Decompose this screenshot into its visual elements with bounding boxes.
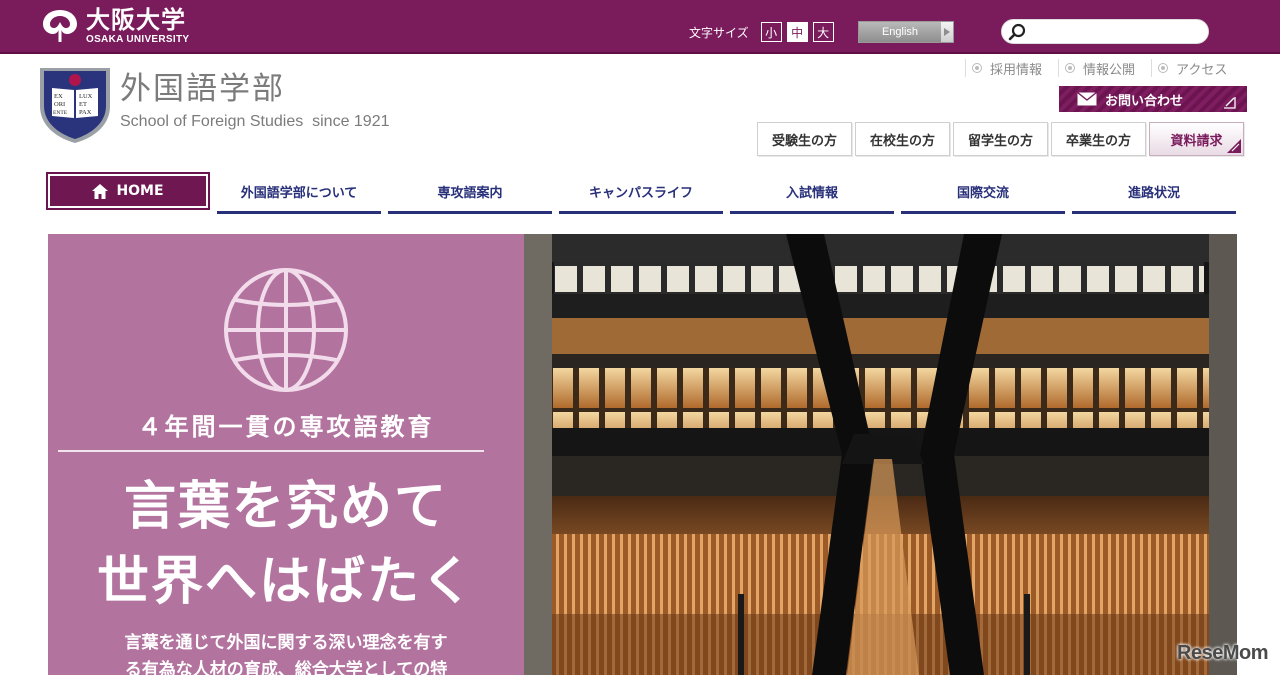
arrow-corner-icon <box>1224 97 1236 109</box>
circle-bullet-icon <box>1158 63 1169 73</box>
nav-languages[interactable]: 専攻語案内 <box>388 172 552 214</box>
faculty-logo[interactable]: EX LUX ORI ET ENTE PAX 外国語学部 School of F… <box>38 66 390 144</box>
circle-bullet-icon <box>972 63 982 73</box>
crest-text-lux: LUX <box>79 93 93 100</box>
nav-admissions[interactable]: 入試情報 <box>730 172 894 214</box>
top-bar: 大阪大学 OSAKA UNIVERSITY 文字サイズ 小 中 大 Englis… <box>0 0 1280 54</box>
nav-home[interactable]: HOME <box>46 172 210 210</box>
font-size-control: 文字サイズ 小 中 大 <box>689 21 839 43</box>
font-size-label: 文字サイズ <box>689 25 749 40</box>
english-label: English <box>859 22 941 42</box>
building-illustration <box>524 234 1237 675</box>
globe-icon <box>224 268 348 392</box>
hero-body-line-2: る有為な人材の育成、総合大学としての特 <box>124 660 448 675</box>
university-name-jp: 大阪大学 <box>86 5 186 34</box>
hero-headline-line-1: 言葉を究めて <box>123 477 448 537</box>
envelope-icon <box>1077 92 1097 106</box>
utility-links: 採用情報 情報公開 アクセス <box>965 58 1243 78</box>
english-button[interactable]: English <box>858 21 954 43</box>
request-materials-button[interactable]: 資料請求 <box>1149 122 1244 156</box>
crest-text-ente: ENTE <box>53 110 68 116</box>
font-size-small-button[interactable]: 小 <box>760 22 782 42</box>
crest-text-pax: PAX <box>79 109 92 116</box>
util-link-recruitment[interactable]: 採用情報 <box>972 59 1042 78</box>
divider <box>1058 59 1060 77</box>
crest-text-et: ET <box>79 101 87 108</box>
contact-button[interactable]: お問い合わせ <box>1059 86 1247 112</box>
icho-leaf-icon <box>43 10 77 42</box>
hero-headline: 言葉を究めて 世界へはばたく <box>48 470 524 621</box>
circle-bullet-icon <box>1065 63 1076 73</box>
osaka-university-logo[interactable]: 大阪大学 OSAKA UNIVERSITY <box>40 4 189 48</box>
request-materials-label: 資料請求 <box>1170 133 1223 149</box>
hero-divider <box>58 450 484 452</box>
audience-international-button[interactable]: 留学生の方 <box>953 122 1048 156</box>
nav-home-label: HOME <box>116 183 164 199</box>
util-link-label: アクセス <box>1176 62 1228 78</box>
nav-careers[interactable]: 進路状況 <box>1072 172 1236 214</box>
util-link-label: 情報公開 <box>1083 62 1136 78</box>
nav-international[interactable]: 国際交流 <box>901 172 1065 214</box>
search-icon[interactable] <box>1008 23 1026 41</box>
hero-body-line-1: 言葉を通じて外国に関する深い理念を有す <box>124 633 448 653</box>
contact-label: お問い合わせ <box>1105 93 1184 109</box>
crest-text-ori: ORI <box>54 101 65 108</box>
hero-body: 言葉を通じて外国に関する深い理念を有す る有為な人材の育成、総合大学としての特 <box>66 630 506 675</box>
faculty-name-jp: 外国語学部 <box>120 71 285 107</box>
search-box <box>1001 19 1209 44</box>
university-name-en: OSAKA UNIVERSITY <box>86 33 190 45</box>
hero-subtitle: ４年間一貫の専攻語教育 <box>137 413 435 441</box>
divider <box>1151 59 1153 77</box>
home-icon <box>92 183 109 199</box>
audience-current-button[interactable]: 在校生の方 <box>855 122 950 156</box>
nav-campus-life[interactable]: キャンパスライフ <box>559 172 723 214</box>
faculty-crest-icon: EX LUX ORI ET ENTE PAX <box>40 68 110 143</box>
search-input[interactable] <box>1030 20 1204 43</box>
nav-about[interactable]: 外国語学部について <box>217 172 381 214</box>
util-link-label: 採用情報 <box>990 62 1043 78</box>
hero-text-panel: ４年間一貫の専攻語教育 言葉を究めて 世界へはばたく 言葉を通じて外国に関する深… <box>48 234 524 675</box>
triangle-right-icon <box>941 28 953 36</box>
arrow-corner-icon <box>1227 139 1241 153</box>
audience-buttons: 受験生の方 在校生の方 留学生の方 卒業生の方 資料請求 <box>757 122 1247 156</box>
font-size-medium-button[interactable]: 中 <box>786 22 808 42</box>
crest-text-ex: EX <box>54 93 63 100</box>
font-size-large-button[interactable]: 大 <box>812 22 834 42</box>
audience-alumni-button[interactable]: 卒業生の方 <box>1051 122 1146 156</box>
resemom-watermark: ReseMom <box>1177 642 1268 664</box>
hero-headline-line-2: 世界へはばたく <box>96 552 475 613</box>
hero-building-photo <box>524 234 1237 675</box>
util-link-disclosure[interactable]: 情報公開 <box>1065 59 1135 78</box>
divider <box>965 59 966 77</box>
audience-prospective-button[interactable]: 受験生の方 <box>757 122 852 156</box>
util-link-access[interactable]: アクセス <box>1158 59 1227 78</box>
hero-banner[interactable]: ４年間一貫の専攻語教育 言葉を究めて 世界へはばたく 言葉を通じて外国に関する深… <box>48 234 1237 675</box>
global-nav: HOME 外国語学部について 専攻語案内 キャンパスライフ 入試情報 国際交流 … <box>46 172 1240 214</box>
faculty-name-en: School of Foreign Studies since 1921 <box>120 113 390 130</box>
